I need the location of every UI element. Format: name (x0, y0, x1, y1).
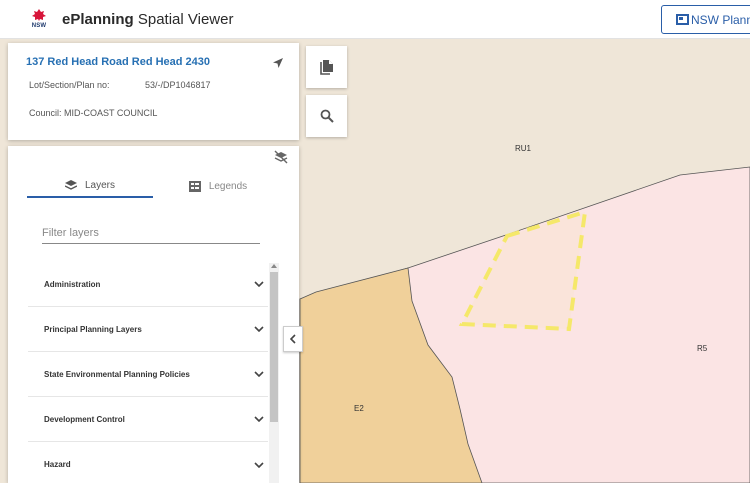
layer-group-list: Administration Principal Planning Layers… (28, 262, 268, 483)
chevron-down-icon (254, 326, 264, 332)
chevron-down-icon (254, 281, 264, 287)
waratah-icon (32, 9, 46, 21)
nsw-planning-button[interactable]: NSW Planning (661, 5, 750, 34)
layer-group-sepp[interactable]: State Environmental Planning Policies (28, 352, 268, 397)
screen-icon (676, 14, 689, 25)
document-icon (319, 60, 333, 75)
navigation-arrow-icon[interactable] (272, 57, 284, 69)
chevron-down-icon (254, 461, 264, 468)
legend-icon (188, 180, 201, 192)
lot-label: Lot/Section/Plan no: (29, 80, 110, 90)
search-button[interactable] (306, 95, 347, 137)
layer-group-label: Principal Planning Layers (44, 324, 142, 334)
chevron-down-icon (254, 371, 264, 377)
hide-layers-icon[interactable] (274, 150, 288, 164)
app-title-bold: ePlanning (62, 11, 134, 28)
app-title-rest: Spatial Viewer (133, 11, 234, 28)
zone-label-ru1: RU1 (515, 144, 532, 153)
layer-group-hazard[interactable]: Hazard (28, 442, 268, 483)
filter-layers-input[interactable] (42, 222, 260, 244)
collapse-panel-button[interactable] (283, 326, 303, 352)
property-card: 137 Red Head Road Red Head 2430 Lot/Sect… (8, 43, 299, 140)
logo-text: NSW (31, 23, 47, 29)
scroll-up-arrow[interactable] (271, 264, 277, 268)
app-title: ePlanning Spatial Viewer (62, 11, 233, 28)
chevron-down-icon (254, 416, 264, 422)
lot-value: 53/-/DP1046817 (145, 80, 211, 90)
tab-layers-label: Layers (84, 179, 115, 191)
layers-panel: Layers Legends Administration Principal … (8, 146, 299, 483)
layer-group-label: Development Control (44, 414, 125, 424)
tab-layers[interactable]: Layers (27, 174, 153, 198)
layer-group-label: Administration (44, 279, 101, 289)
layer-group-development-control[interactable]: Development Control (28, 397, 268, 442)
tab-legends-label: Legends (208, 180, 248, 192)
zone-label-e2: E2 (354, 404, 364, 413)
property-address[interactable]: 137 Red Head Road Red Head 2430 (26, 56, 210, 68)
layer-group-administration[interactable]: Administration (28, 262, 268, 307)
layer-group-label: Hazard (44, 460, 71, 469)
scrollbar-thumb[interactable] (270, 272, 278, 422)
layers-icon (64, 179, 77, 190)
layer-group-principal-planning[interactable]: Principal Planning Layers (28, 307, 268, 352)
tab-legends[interactable]: Legends (153, 174, 283, 198)
chevron-left-icon (290, 334, 296, 344)
nsw-planning-label: NSW Planning (691, 12, 750, 27)
nsw-logo[interactable]: NSW (28, 8, 50, 32)
document-button[interactable] (306, 46, 347, 88)
search-icon (320, 109, 334, 123)
council-text: Council: MID-COAST COUNCIL (29, 108, 158, 118)
zone-label-r5: R5 (697, 344, 708, 353)
layer-group-label: State Environmental Planning Policies (44, 369, 190, 379)
app-header: NSW ePlanning Spatial Viewer NSW Plannin… (0, 0, 750, 39)
